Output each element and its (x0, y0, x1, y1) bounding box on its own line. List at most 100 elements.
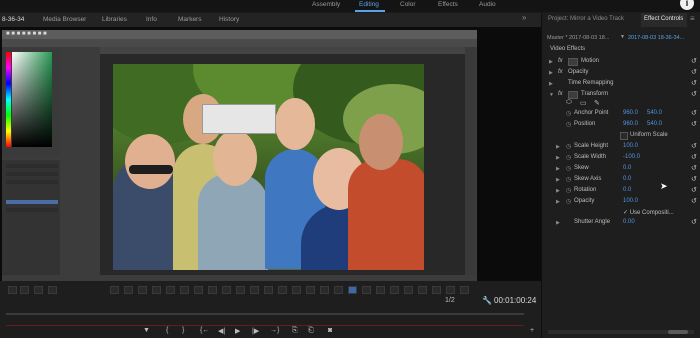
tool-button[interactable] (138, 286, 147, 294)
rotation-value[interactable]: 0.0 (623, 187, 631, 193)
effect-transform[interactable]: Transform (581, 91, 608, 97)
tool-button[interactable] (348, 286, 357, 294)
tool-button[interactable] (20, 286, 29, 294)
tool-button[interactable] (376, 286, 385, 294)
skew-axis-value[interactable]: 0.0 (623, 176, 631, 182)
fx-icon[interactable]: fx (558, 69, 563, 75)
workspace-tab-assembly[interactable]: Assembly (312, 1, 340, 8)
stopwatch-icon[interactable]: ◷ (566, 165, 571, 172)
expand-arrow-icon[interactable]: ▶ (556, 199, 560, 205)
expand-arrow-icon[interactable]: ▶ (549, 70, 553, 76)
reset-icon[interactable]: ↺ (691, 90, 697, 98)
shutter-angle-value[interactable]: 0.00 (623, 219, 635, 225)
tool-button[interactable] (250, 286, 259, 294)
workspace-tab-color[interactable]: Color (400, 1, 416, 8)
tab-info[interactable]: Info (146, 16, 157, 23)
pen-mask-icon[interactable]: ✎ (594, 99, 600, 107)
reset-icon[interactable]: ↺ (691, 186, 697, 194)
help-icon[interactable]: i (680, 0, 694, 10)
expand-arrow-icon[interactable]: ▶ (556, 220, 560, 226)
tool-button[interactable] (208, 286, 217, 294)
stopwatch-icon[interactable]: ◷ (566, 154, 571, 161)
expand-arrow-icon[interactable]: ▶ (549, 59, 553, 65)
reset-icon[interactable]: ↺ (691, 218, 697, 226)
tool-button[interactable] (194, 286, 203, 294)
reset-icon[interactable]: ↺ (691, 153, 697, 161)
tool-button[interactable] (110, 286, 119, 294)
opacity-value[interactable]: 100.0 (623, 198, 638, 204)
tool-button[interactable] (432, 286, 441, 294)
add-button-icon[interactable]: + (530, 327, 534, 334)
reset-icon[interactable]: ↺ (691, 142, 697, 150)
scale-height-value[interactable]: 100.0 (623, 143, 638, 149)
stopwatch-icon[interactable]: ◷ (566, 187, 571, 194)
expand-arrow-icon[interactable]: ▶ (556, 155, 560, 161)
rectangle-mask-icon[interactable]: ▭ (580, 99, 587, 107)
play-icon[interactable]: ▶ (235, 327, 240, 335)
use-composition-shutter-checkbox[interactable]: ✓ Use Compositi... (623, 209, 674, 216)
tool-button[interactable] (404, 286, 413, 294)
overwrite-icon[interactable]: ⎗ (308, 327, 314, 335)
zoom-fit-select[interactable]: 1/2 (445, 297, 455, 304)
master-clip-label[interactable]: Master * 2017-08-03 18... (547, 35, 609, 41)
effect-motion[interactable]: Motion (581, 58, 599, 64)
anchor-y-value[interactable]: 540.0 (647, 110, 662, 116)
timecode-display[interactable]: 00:01:00:24 (494, 296, 536, 305)
step-back-icon[interactable]: ◀| (218, 327, 225, 335)
tool-button[interactable] (124, 286, 133, 294)
tool-button[interactable] (236, 286, 245, 294)
tool-button[interactable] (180, 286, 189, 294)
workspace-tab-editing[interactable]: Editing (359, 1, 379, 8)
tool-button[interactable] (264, 286, 273, 294)
workspace-tab-audio[interactable]: Audio (479, 1, 496, 8)
reset-icon[interactable]: ↺ (691, 57, 697, 65)
insert-icon[interactable]: ⎘ (292, 327, 298, 335)
tab-sequence[interactable]: 8-36-34 (2, 16, 24, 23)
tool-button[interactable] (152, 286, 161, 294)
reset-icon[interactable]: ↺ (691, 68, 697, 76)
position-y-value[interactable]: 540.0 (647, 121, 662, 127)
position-x-value[interactable]: 960.0 (623, 121, 638, 127)
tab-markers[interactable]: Markers (178, 16, 201, 23)
tab-project[interactable]: Project: Mirror a Video Track (548, 16, 624, 22)
step-forward-icon[interactable]: |▶ (252, 327, 259, 335)
mark-out-icon[interactable]: } (182, 327, 184, 334)
tab-media-browser[interactable]: Media Browser (43, 16, 86, 23)
reset-icon[interactable]: ↺ (691, 197, 697, 205)
collapse-arrow-icon[interactable]: ▼ (549, 92, 554, 98)
expand-arrow-icon[interactable]: ▶ (556, 177, 560, 183)
stopwatch-icon[interactable]: ◷ (566, 110, 571, 117)
playhead-scrub-bar[interactable] (6, 313, 524, 315)
anchor-x-value[interactable]: 960.0 (623, 110, 638, 116)
panel-menu-icon[interactable]: » (522, 13, 526, 22)
skew-value[interactable]: 0.0 (623, 165, 631, 171)
tool-button[interactable] (166, 286, 175, 294)
add-marker-icon[interactable]: ▼ (143, 327, 150, 334)
reset-icon[interactable]: ↺ (691, 120, 697, 128)
reset-icon[interactable]: ↺ (691, 79, 697, 87)
tool-button[interactable] (460, 286, 469, 294)
go-to-in-icon[interactable]: {← (200, 327, 209, 334)
tool-button[interactable] (292, 286, 301, 294)
tool-button[interactable] (306, 286, 315, 294)
effect-opacity[interactable]: Opacity (568, 69, 588, 75)
stopwatch-icon[interactable]: ◷ (566, 121, 571, 128)
reset-icon[interactable]: ↺ (691, 175, 697, 183)
wrench-icon[interactable]: 🔧 (482, 296, 492, 305)
uniform-scale-checkbox[interactable] (620, 132, 628, 140)
fx-icon[interactable]: fx (558, 91, 563, 97)
tool-button[interactable] (334, 286, 343, 294)
reset-icon[interactable]: ↺ (691, 109, 697, 117)
scroll-handle[interactable] (668, 330, 688, 334)
effect-time-remapping[interactable]: Time Remapping (568, 80, 613, 86)
stopwatch-icon[interactable]: ◷ (566, 198, 571, 205)
tool-button[interactable] (48, 286, 57, 294)
sequence-clip-label[interactable]: 2017-08-03 18-36-34... (628, 35, 684, 41)
expand-arrow-icon[interactable]: ▶ (556, 144, 560, 150)
stopwatch-icon[interactable]: ◷ (566, 176, 571, 183)
tool-button[interactable] (8, 286, 17, 294)
ellipse-mask-icon[interactable]: ⬭ (566, 99, 572, 107)
expand-arrow-icon[interactable]: ▶ (556, 166, 560, 172)
tool-button[interactable] (278, 286, 287, 294)
tool-button[interactable] (390, 286, 399, 294)
